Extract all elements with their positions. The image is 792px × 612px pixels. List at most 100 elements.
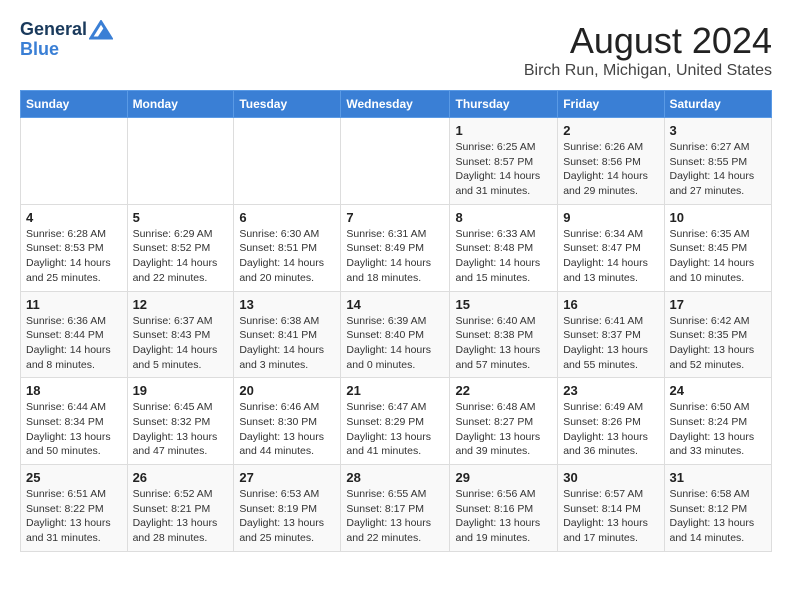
weekday-header-saturday: Saturday: [664, 91, 772, 118]
day-number: 25: [26, 470, 122, 485]
day-info: Sunrise: 6:38 AM Sunset: 8:41 PM Dayligh…: [239, 314, 335, 373]
calendar-week-1: 1 Sunrise: 6:25 AM Sunset: 8:57 PM Daylig…: [21, 118, 772, 205]
calendar-cell: 19 Sunrise: 6:45 AM Sunset: 8:32 PM Dayli…: [127, 378, 234, 465]
calendar-cell: 27 Sunrise: 6:53 AM Sunset: 8:19 PM Dayli…: [234, 465, 341, 552]
day-info: Sunrise: 6:49 AM Sunset: 8:26 PM Dayligh…: [563, 400, 658, 459]
day-number: 29: [455, 470, 552, 485]
calendar-cell: 5 Sunrise: 6:29 AM Sunset: 8:52 PM Daylig…: [127, 204, 234, 291]
day-number: 21: [346, 383, 444, 398]
day-info: Sunrise: 6:36 AM Sunset: 8:44 PM Dayligh…: [26, 314, 122, 373]
day-info: Sunrise: 6:41 AM Sunset: 8:37 PM Dayligh…: [563, 314, 658, 373]
day-info: Sunrise: 6:45 AM Sunset: 8:32 PM Dayligh…: [133, 400, 229, 459]
day-info: Sunrise: 6:53 AM Sunset: 8:19 PM Dayligh…: [239, 487, 335, 546]
calendar-cell: [127, 118, 234, 205]
day-number: 5: [133, 210, 229, 225]
day-number: 19: [133, 383, 229, 398]
day-number: 30: [563, 470, 658, 485]
day-info: Sunrise: 6:37 AM Sunset: 8:43 PM Dayligh…: [133, 314, 229, 373]
day-info: Sunrise: 6:30 AM Sunset: 8:51 PM Dayligh…: [239, 227, 335, 286]
calendar-cell: 22Sunrise: 6:48 AM Sunset: 8:27 PM Dayli…: [450, 378, 558, 465]
day-info: Sunrise: 6:34 AM Sunset: 8:47 PM Dayligh…: [563, 227, 658, 286]
calendar-cell: 18 Sunrise: 6:44 AM Sunset: 8:34 PM Dayli…: [21, 378, 128, 465]
weekday-header-row: SundayMondayTuesdayWednesdayThursdayFrid…: [21, 91, 772, 118]
day-number: 17: [670, 297, 767, 312]
calendar-cell: 8 Sunrise: 6:33 AM Sunset: 8:48 PM Daylig…: [450, 204, 558, 291]
day-number: 27: [239, 470, 335, 485]
day-number: 3: [670, 123, 767, 138]
day-number: 22: [455, 383, 552, 398]
day-info: Sunrise: 6:31 AM Sunset: 8:49 PM Dayligh…: [346, 227, 444, 286]
logo-text-general: General: [20, 20, 87, 40]
calendar-cell: 9 Sunrise: 6:34 AM Sunset: 8:47 PM Daylig…: [558, 204, 664, 291]
day-info: Sunrise: 6:33 AM Sunset: 8:48 PM Dayligh…: [455, 227, 552, 286]
calendar-header: SundayMondayTuesdayWednesdayThursdayFrid…: [21, 91, 772, 118]
day-number: 9: [563, 210, 658, 225]
logo-icon: [89, 20, 113, 40]
calendar-cell: 20 Sunrise: 6:46 AM Sunset: 8:30 PM Dayli…: [234, 378, 341, 465]
calendar-cell: 14 Sunrise: 6:39 AM Sunset: 8:40 PM Dayli…: [341, 291, 450, 378]
day-number: 14: [346, 297, 444, 312]
calendar-cell: 12 Sunrise: 6:37 AM Sunset: 8:43 PM Dayli…: [127, 291, 234, 378]
calendar-cell: 6 Sunrise: 6:30 AM Sunset: 8:51 PM Daylig…: [234, 204, 341, 291]
day-info: Sunrise: 6:40 AM Sunset: 8:38 PM Dayligh…: [455, 314, 552, 373]
day-number: 12: [133, 297, 229, 312]
day-number: 11: [26, 297, 122, 312]
calendar-week-5: 25 Sunrise: 6:51 AM Sunset: 8:22 PM Dayli…: [21, 465, 772, 552]
day-number: 18: [26, 383, 122, 398]
title-section: August 2024 Birch Run, Michigan, United …: [524, 20, 772, 80]
calendar-cell: 4Sunrise: 6:28 AM Sunset: 8:53 PM Daylig…: [21, 204, 128, 291]
day-info: Sunrise: 6:25 AM Sunset: 8:57 PM Dayligh…: [455, 140, 552, 199]
calendar-cell: 2 Sunrise: 6:26 AM Sunset: 8:56 PM Daylig…: [558, 118, 664, 205]
day-number: 26: [133, 470, 229, 485]
calendar-cell: 15Sunrise: 6:40 AM Sunset: 8:38 PM Dayli…: [450, 291, 558, 378]
page-header: General Blue August 2024 Birch Run, Mich…: [20, 20, 772, 80]
calendar-cell: 26Sunrise: 6:52 AM Sunset: 8:21 PM Dayli…: [127, 465, 234, 552]
day-info: Sunrise: 6:56 AM Sunset: 8:16 PM Dayligh…: [455, 487, 552, 546]
calendar-cell: 25 Sunrise: 6:51 AM Sunset: 8:22 PM Dayli…: [21, 465, 128, 552]
day-number: 13: [239, 297, 335, 312]
calendar-cell: 16 Sunrise: 6:41 AM Sunset: 8:37 PM Dayli…: [558, 291, 664, 378]
day-info: Sunrise: 6:27 AM Sunset: 8:55 PM Dayligh…: [670, 140, 767, 199]
day-info: Sunrise: 6:26 AM Sunset: 8:56 PM Dayligh…: [563, 140, 658, 199]
calendar-cell: 10Sunrise: 6:35 AM Sunset: 8:45 PM Dayli…: [664, 204, 772, 291]
day-number: 10: [670, 210, 767, 225]
day-number: 7: [346, 210, 444, 225]
weekday-header-tuesday: Tuesday: [234, 91, 341, 118]
day-info: Sunrise: 6:28 AM Sunset: 8:53 PM Dayligh…: [26, 227, 122, 286]
subtitle: Birch Run, Michigan, United States: [524, 62, 772, 80]
weekday-header-sunday: Sunday: [21, 91, 128, 118]
weekday-header-monday: Monday: [127, 91, 234, 118]
day-info: Sunrise: 6:44 AM Sunset: 8:34 PM Dayligh…: [26, 400, 122, 459]
day-number: 20: [239, 383, 335, 398]
calendar-week-4: 18 Sunrise: 6:44 AM Sunset: 8:34 PM Dayli…: [21, 378, 772, 465]
day-info: Sunrise: 6:55 AM Sunset: 8:17 PM Dayligh…: [346, 487, 444, 546]
calendar-cell: 23 Sunrise: 6:49 AM Sunset: 8:26 PM Dayli…: [558, 378, 664, 465]
calendar-week-3: 11 Sunrise: 6:36 AM Sunset: 8:44 PM Dayli…: [21, 291, 772, 378]
day-number: 23: [563, 383, 658, 398]
day-number: 8: [455, 210, 552, 225]
weekday-header-friday: Friday: [558, 91, 664, 118]
calendar-cell: 30Sunrise: 6:57 AM Sunset: 8:14 PM Dayli…: [558, 465, 664, 552]
day-number: 28: [346, 470, 444, 485]
calendar-cell: [341, 118, 450, 205]
calendar-week-2: 4Sunrise: 6:28 AM Sunset: 8:53 PM Daylig…: [21, 204, 772, 291]
day-number: 2: [563, 123, 658, 138]
calendar-cell: [234, 118, 341, 205]
day-info: Sunrise: 6:47 AM Sunset: 8:29 PM Dayligh…: [346, 400, 444, 459]
day-number: 6: [239, 210, 335, 225]
calendar-body: 1 Sunrise: 6:25 AM Sunset: 8:57 PM Daylig…: [21, 118, 772, 552]
calendar-cell: 29 Sunrise: 6:56 AM Sunset: 8:16 PM Dayli…: [450, 465, 558, 552]
day-info: Sunrise: 6:46 AM Sunset: 8:30 PM Dayligh…: [239, 400, 335, 459]
calendar-cell: 31Sunrise: 6:58 AM Sunset: 8:12 PM Dayli…: [664, 465, 772, 552]
calendar-cell: [21, 118, 128, 205]
day-number: 16: [563, 297, 658, 312]
day-number: 1: [455, 123, 552, 138]
day-info: Sunrise: 6:58 AM Sunset: 8:12 PM Dayligh…: [670, 487, 767, 546]
logo-text-blue: Blue: [20, 40, 113, 60]
calendar-cell: 21 Sunrise: 6:47 AM Sunset: 8:29 PM Dayli…: [341, 378, 450, 465]
day-info: Sunrise: 6:29 AM Sunset: 8:52 PM Dayligh…: [133, 227, 229, 286]
day-info: Sunrise: 6:51 AM Sunset: 8:22 PM Dayligh…: [26, 487, 122, 546]
day-info: Sunrise: 6:39 AM Sunset: 8:40 PM Dayligh…: [346, 314, 444, 373]
calendar-cell: 17Sunrise: 6:42 AM Sunset: 8:35 PM Dayli…: [664, 291, 772, 378]
calendar-cell: 7 Sunrise: 6:31 AM Sunset: 8:49 PM Daylig…: [341, 204, 450, 291]
